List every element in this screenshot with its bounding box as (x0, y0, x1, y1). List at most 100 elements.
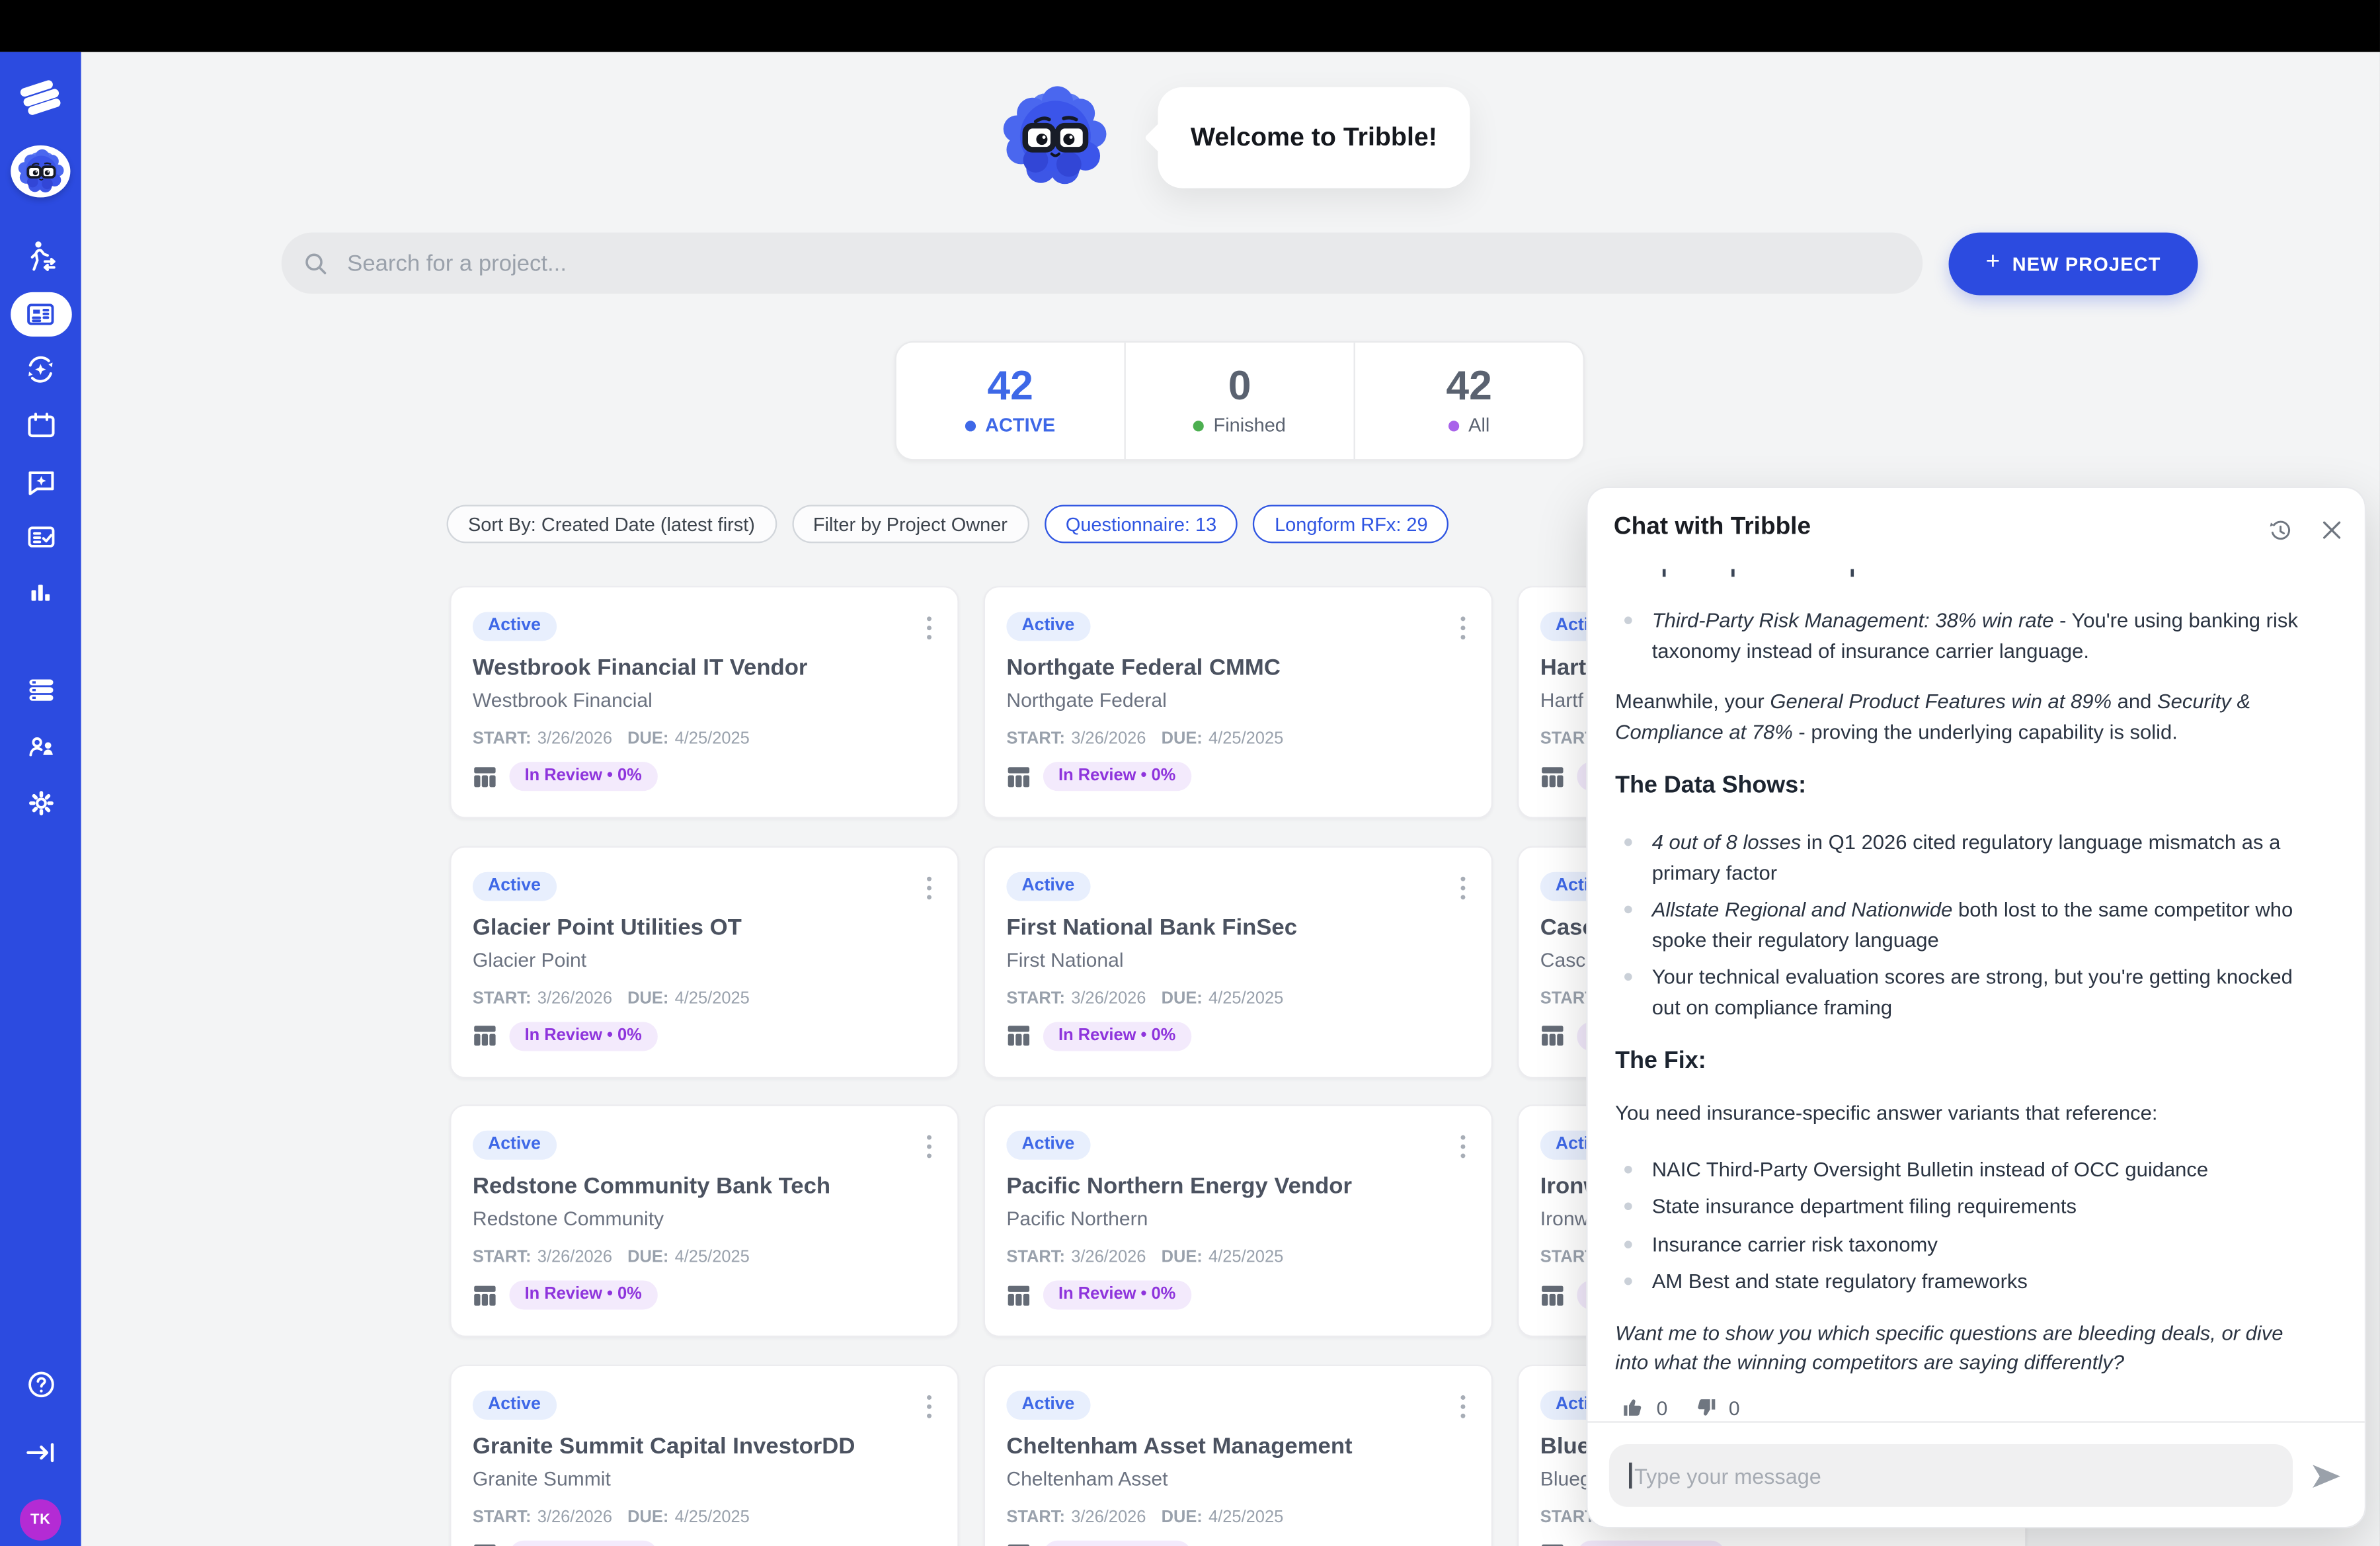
project-card[interactable]: ActiveGlacier Point Utilities OTGlacier … (450, 845, 959, 1078)
plus-icon: + (1986, 249, 2001, 277)
project-client: Pacific Northern (1006, 1207, 1465, 1230)
table-icon (473, 1283, 497, 1307)
table-icon (1006, 1283, 1031, 1307)
chat-panel: Chat with Tribble Third-Party Risk Manag… (1586, 487, 2366, 1527)
help-icon[interactable] (0, 1367, 81, 1401)
stat-tab-active[interactable]: 42ACTIVE (896, 343, 1125, 459)
chat-bullet-item: Your technical evaluation scores are str… (1624, 962, 2319, 1022)
bullet-dot (1624, 616, 1632, 624)
sidebar-item-projects[interactable] (10, 292, 71, 337)
project-card[interactable]: ActiveGranite Summit Capital InvestorDDG… (450, 1364, 959, 1546)
card-menu-button[interactable] (1452, 876, 1473, 910)
filter-chip-3[interactable]: Questionnaire: 13 (1044, 505, 1238, 543)
stat-value: 42 (1446, 366, 1492, 407)
search-input[interactable]: Search for a project... (282, 233, 1923, 294)
thumbs-down-button[interactable] (1694, 1396, 1718, 1420)
bullet-text: Allstate Regional and Nationwide both lo… (1652, 895, 2319, 954)
project-title: First National Bank FinSec (1006, 914, 1465, 940)
card-menu-button[interactable] (1452, 616, 1473, 650)
table-icon (1540, 1024, 1565, 1048)
project-card[interactable]: ActiveCheltenham Asset ManagementChelten… (984, 1364, 1493, 1546)
card-menu-button[interactable] (1452, 1395, 1473, 1428)
project-dates: START:3/26/2026DUE:4/25/2025 (1006, 989, 1283, 1008)
filter-chip-2[interactable]: Filter by Project Owner (791, 505, 1029, 543)
chat-message-input[interactable]: Type your message (1609, 1444, 2293, 1507)
user-avatar[interactable]: TK (20, 1499, 61, 1540)
project-title: Cheltenham Asset Management (1006, 1433, 1465, 1459)
project-card[interactable]: ActiveFirst National Bank FinSecFirst Na… (984, 845, 1493, 1078)
stat-tab-all[interactable]: 42All (1354, 343, 1583, 459)
welcome-text: Welcome to Tribble! (1191, 122, 1437, 153)
bullet-text: AM Best and state regulatory frameworks (1652, 1267, 2319, 1297)
bullet-dot (1624, 1202, 1632, 1210)
stat-value: 42 (987, 366, 1033, 407)
welcome-bubble: Welcome to Tribble! (1158, 87, 1470, 188)
project-title: Granite Summit Capital InvestorDD (473, 1433, 932, 1459)
table-icon (473, 764, 497, 789)
project-title: Northgate Federal CMMC (1006, 655, 1465, 680)
tribble-mascot-avatar[interactable] (11, 145, 70, 198)
send-icon[interactable] (2308, 1457, 2345, 1494)
project-client: Cheltenham Asset (1006, 1467, 1465, 1490)
table-icon (1540, 1542, 1565, 1546)
stat-dot (1193, 420, 1204, 430)
chat-heading: The Fix: (1615, 1047, 2319, 1077)
project-card[interactable]: ActiveNorthgate Federal CMMCNorthgate Fe… (984, 586, 1493, 819)
search-icon (303, 250, 329, 276)
sidebar-item-people[interactable] (0, 730, 81, 764)
sidebar-item-analytics[interactable] (0, 576, 81, 608)
card-menu-button[interactable] (918, 876, 939, 910)
sidebar-item-sync[interactable] (0, 352, 81, 387)
chat-close-icon[interactable] (2319, 517, 2346, 545)
user-initials: TK (30, 1512, 51, 1528)
card-menu-button[interactable] (1452, 1135, 1473, 1169)
card-footer: In Review • 0% (1006, 1280, 1191, 1309)
sidebar-item-review[interactable] (0, 520, 81, 554)
table-icon (473, 1542, 497, 1546)
card-menu-button[interactable] (918, 1395, 939, 1428)
review-progress-badge: In Review • 0% (1043, 1540, 1191, 1546)
bullet-dot (1624, 1165, 1632, 1173)
chat-paragraph: Meanwhile, your General Product Features… (1615, 687, 2307, 747)
status-badge: Active (473, 872, 556, 901)
stat-value: 0 (1228, 366, 1251, 407)
bullet-text: State insurance department filing requir… (1652, 1192, 2319, 1221)
project-dates: START:3/26/2026DUE:4/25/2025 (1006, 1508, 1283, 1526)
project-title: Glacier Point Utilities OT (473, 914, 932, 940)
table-icon (473, 1024, 497, 1048)
project-card[interactable]: ActivePacific Northern Energy VendorPaci… (984, 1104, 1493, 1337)
stat-tab-finished[interactable]: 0 Finished (1124, 343, 1353, 459)
chat-bullet-item: State insurance department filing requir… (1624, 1192, 2319, 1221)
filter-chip-1[interactable]: Sort By: Created Date (latest first) (447, 505, 777, 543)
new-project-button[interactable]: + NEW PROJECT (1949, 233, 2198, 296)
stat-label-row: Finished (1193, 415, 1285, 436)
chat-heading: The Data Shows: (1615, 771, 2319, 801)
card-footer: In Review • 0% (1540, 1540, 1725, 1546)
project-card[interactable]: ActiveWestbrook Financial IT VendorWestb… (450, 586, 959, 819)
chat-history-icon[interactable] (2267, 517, 2295, 545)
project-client: First National (1006, 948, 1465, 971)
thumbs-up-button[interactable] (1621, 1396, 1646, 1420)
card-menu-button[interactable] (918, 1135, 939, 1169)
chat-bullet-item: Third-Party Risk Management: 38% win rat… (1624, 606, 2319, 665)
sidebar-item-handoff[interactable] (0, 239, 81, 274)
logout-icon[interactable] (0, 1435, 81, 1470)
project-client: Northgate Federal (1006, 688, 1465, 712)
project-dates: START:3/26/2026DUE:4/25/2025 (473, 1508, 750, 1526)
tribble-logo-icon[interactable] (0, 78, 81, 116)
review-progress-badge: In Review • 0% (509, 762, 657, 791)
filter-chip-4[interactable]: Longform RFx: 29 (1253, 505, 1449, 543)
bullet-dot (1624, 838, 1632, 846)
message-feedback-row: 00 (1621, 1393, 2319, 1422)
project-dates: START:3/26/2026DUE:4/25/2025 (473, 989, 750, 1008)
project-dates: START:3/26/2026DUE:4/25/2025 (473, 730, 750, 749)
top-black-bar (0, 0, 2380, 52)
card-footer: In Review • 0% (1006, 1540, 1191, 1546)
new-project-label: NEW PROJECT (2012, 253, 2161, 274)
sidebar-item-calendar[interactable] (0, 409, 81, 442)
project-card[interactable]: ActiveRedstone Community Bank TechRedsto… (450, 1104, 959, 1337)
sidebar-item-chat[interactable] (0, 464, 81, 498)
sidebar-item-lists[interactable] (0, 673, 81, 707)
card-menu-button[interactable] (918, 616, 939, 650)
sidebar-item-settings[interactable] (0, 786, 81, 819)
